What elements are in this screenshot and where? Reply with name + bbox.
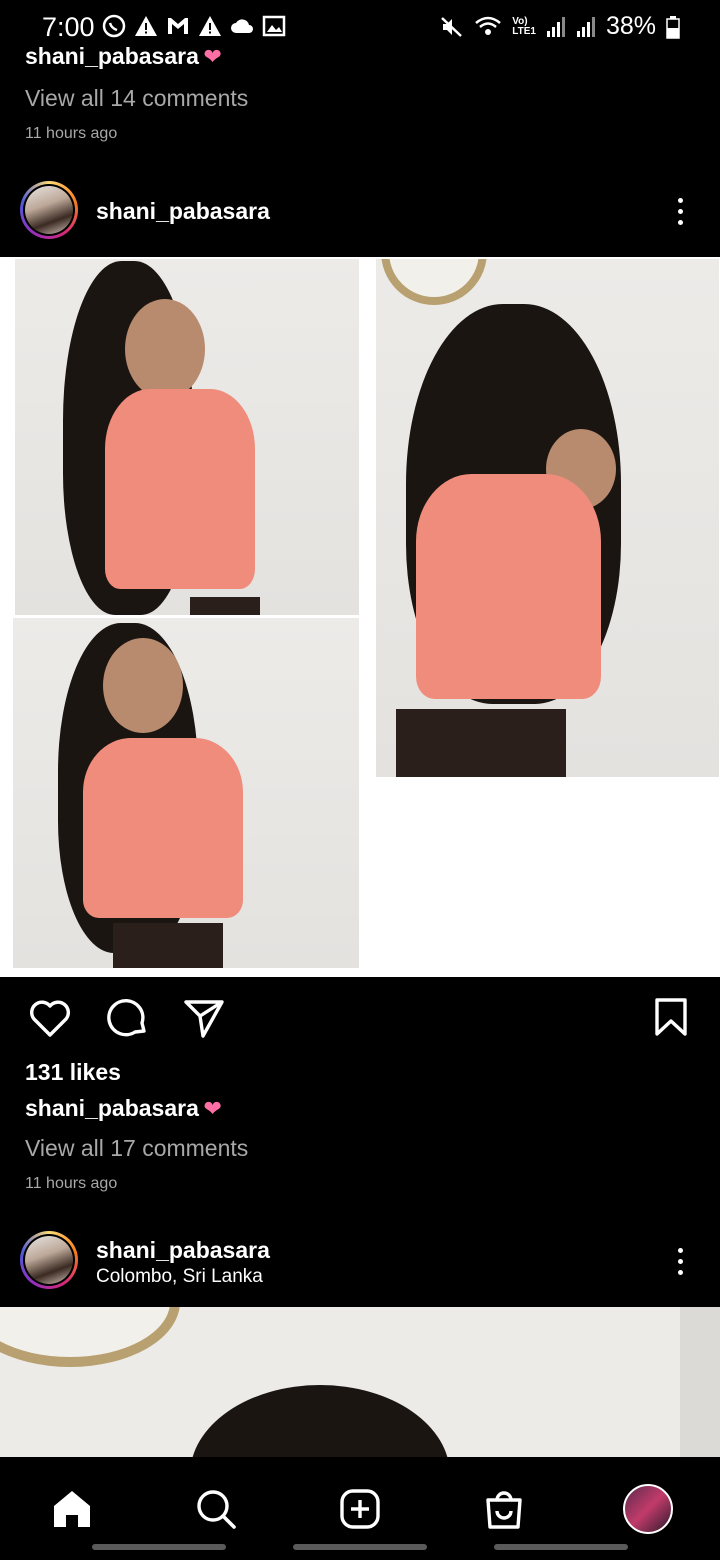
nav-profile[interactable] [616, 1477, 680, 1541]
post1-time-ago: 11 hours ago [25, 1175, 118, 1192]
cloud-icon [231, 19, 253, 33]
post1-media[interactable] [0, 257, 720, 977]
post1-more-options-icon[interactable] [676, 198, 684, 225]
post1-avatar[interactable] [20, 181, 78, 239]
nav-create[interactable] [328, 1477, 392, 1541]
share-send-icon[interactable] [182, 996, 226, 1040]
like-heart-icon[interactable] [28, 996, 72, 1040]
prev-caption-user[interactable]: shani_pabasara [25, 44, 199, 70]
wall-clock [0, 1307, 180, 1367]
hair [190, 1385, 450, 1457]
gesture-bar-right [494, 1544, 628, 1550]
post2-location[interactable]: Colombo, Sri Lanka [96, 1266, 263, 1288]
nav-shop[interactable] [472, 1477, 536, 1541]
profile-avatar [623, 1484, 673, 1534]
post2-username[interactable]: shani_pabasara [96, 1237, 270, 1264]
lte-label: LTE1 [512, 25, 536, 37]
save-bookmark-icon[interactable] [649, 996, 693, 1040]
story-ring [20, 181, 78, 239]
post2-more-options-icon[interactable] [676, 1248, 684, 1275]
post1-likes-count[interactable]: 131 likes [25, 1059, 121, 1086]
post2-media[interactable] [0, 1307, 720, 1457]
post1-caption-user[interactable]: shani_pabasara [25, 1095, 199, 1121]
post1-view-comments[interactable]: View all 17 comments [25, 1135, 248, 1162]
heart-gift-emoji: ❤ [203, 44, 222, 69]
story-ring [20, 1231, 78, 1289]
notification-icons [102, 14, 286, 38]
battery-percent: 38% [605, 12, 656, 40]
whatsapp-icon [102, 14, 126, 38]
system-icons: Vo) LTE1 38% [440, 12, 680, 41]
collage-photo-2 [13, 618, 359, 968]
create-post-icon [340, 1489, 380, 1529]
home-icon [54, 1491, 90, 1527]
warning-icon [135, 16, 157, 36]
mute-icon [441, 16, 463, 37]
gesture-bar-center [293, 1544, 427, 1550]
avatar-frame [23, 1234, 75, 1286]
prev-view-comments[interactable]: View all 14 comments [25, 85, 248, 112]
nav-home[interactable] [40, 1477, 104, 1541]
avatar [25, 186, 73, 234]
prev-caption: shani_pabasara ❤ [25, 44, 222, 72]
avatar [25, 1236, 73, 1284]
comment-icon[interactable] [105, 996, 149, 1040]
gesture-bar-left [92, 1544, 226, 1550]
heart-gift-emoji: ❤ [203, 1096, 222, 1121]
search-icon [197, 1490, 236, 1529]
volte-indicator: Vo) LTE1 [512, 15, 536, 37]
nav-search[interactable] [184, 1477, 248, 1541]
collage-photo-1 [15, 259, 359, 615]
volte-label: Vo) [512, 15, 528, 27]
prev-time-ago: 11 hours ago [25, 125, 118, 142]
battery-icon [666, 15, 680, 39]
avatar-frame [23, 184, 75, 236]
post1-caption: shani_pabasara ❤ [25, 1095, 222, 1122]
post2-avatar[interactable] [20, 1231, 78, 1289]
wall-edge [680, 1307, 720, 1457]
post1-username[interactable]: shani_pabasara [96, 198, 270, 225]
collage-photo-3 [376, 259, 719, 777]
status-time: 7:00 [42, 12, 95, 42]
warning-icon-2 [199, 16, 221, 36]
wifi-icon [475, 16, 502, 35]
signal-icon-1 [546, 16, 565, 37]
gallery-icon [262, 15, 286, 37]
signal-icon-2 [576, 16, 595, 37]
gmail-icon [168, 18, 188, 34]
shop-bag-icon [486, 1491, 522, 1529]
